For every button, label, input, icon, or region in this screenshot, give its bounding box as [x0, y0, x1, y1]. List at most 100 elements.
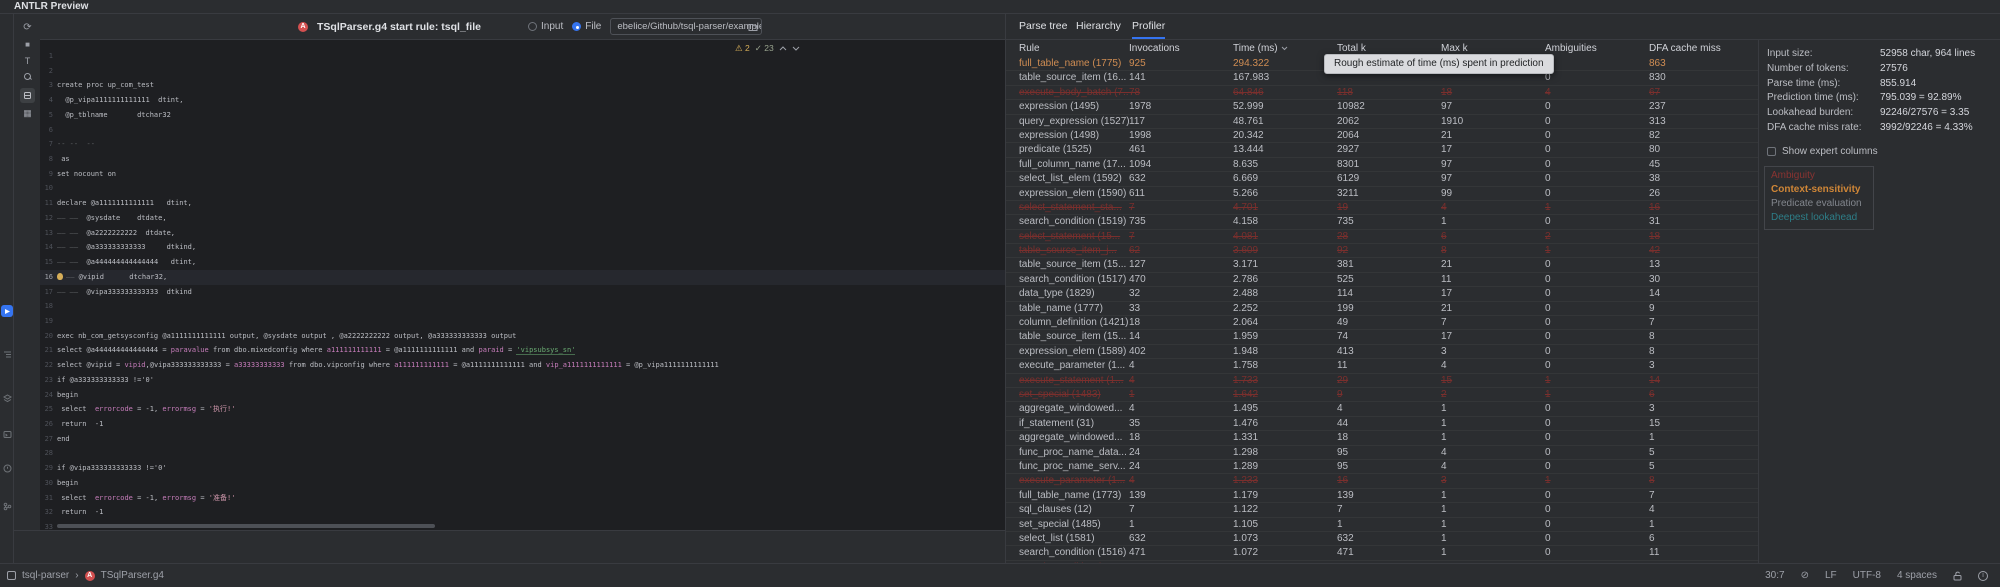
profiler-row[interactable]: func_proc_name_data...241.29895405 — [1006, 446, 1758, 460]
profiler-row[interactable]: full_column_name (17...10948.63583019704… — [1006, 158, 1758, 172]
code-line-2[interactable]: 2 — [40, 64, 1005, 79]
profiler-row[interactable]: predicate (1525)46113.444292717080 — [1006, 143, 1758, 157]
column-header-ambiguities[interactable]: Ambiguities — [1545, 43, 1649, 56]
tab-profiler[interactable]: Profiler — [1132, 14, 1165, 39]
code-line-25[interactable]: 25 select errorcode = -1, errormsg = '执行… — [40, 402, 1005, 417]
antlr-preview-tool-icon[interactable] — [1, 305, 13, 317]
profiler-row[interactable]: query_expression (1527)11748.76120621910… — [1006, 115, 1758, 129]
profiler-row[interactable]: search_condition (1517)4702.78652511030 — [1006, 273, 1758, 287]
chevron-down-icon[interactable] — [792, 46, 800, 51]
pin-tool-icon[interactable] — [20, 88, 35, 103]
layers-tool-icon[interactable] — [1, 392, 13, 404]
code-line-11[interactable]: 11declare @a1111111111111 dtint, — [40, 196, 1005, 211]
profiler-row[interactable]: table_name (1777)332.2521992109 — [1006, 302, 1758, 316]
structure-tool-icon[interactable] — [1, 348, 13, 360]
breadcrumb-project[interactable]: tsql-parser — [22, 570, 69, 581]
code-line-3[interactable]: 3create proc up_com_test — [40, 78, 1005, 93]
input-file-path-field[interactable]: ebelice/Github/tsql-parser/examples/big.… — [610, 18, 762, 35]
highlight-level-icon[interactable]: ⊘ — [1801, 570, 1809, 581]
profiler-row[interactable]: aggregate_windowed...41.4954103 — [1006, 402, 1758, 416]
code-line-7[interactable]: 7-- -- -- — [40, 137, 1005, 152]
profiler-row[interactable]: execute_statement (1...41.7332915114 — [1006, 374, 1758, 388]
code-line-22[interactable]: 22select @vipid = vipid,@vipa33333333333… — [40, 358, 1005, 373]
tab-hierarchy[interactable]: Hierarchy — [1076, 14, 1121, 39]
profiler-row[interactable]: if_statement (31)351.476441015 — [1006, 417, 1758, 431]
show-expert-columns-checkbox[interactable]: Show expert columns — [1767, 146, 2000, 157]
profiler-row[interactable]: table_source_item_j...623.609928142 — [1006, 244, 1758, 258]
code-line-9[interactable]: 9set nocount on — [40, 167, 1005, 182]
profiler-table[interactable]: full_table_name (1775)925294.3220863tabl… — [1006, 57, 1758, 563]
profiler-row[interactable]: data_type (1829)322.48811417014 — [1006, 287, 1758, 301]
input-radio[interactable]: Input — [528, 21, 563, 32]
caret-position[interactable]: 30:7 — [1765, 570, 1784, 581]
breadcrumb-file[interactable]: TSqlParser.g4 — [101, 570, 164, 581]
profiler-row[interactable]: func_proc_name_serv...241.28995405 — [1006, 460, 1758, 474]
code-line-10[interactable]: 10 — [40, 181, 1005, 196]
file-radio[interactable]: File — [572, 21, 601, 32]
search-icon[interactable] — [20, 69, 35, 84]
notifications-icon[interactable]: i — [1978, 571, 1988, 581]
grid-icon[interactable]: ▦ — [20, 106, 35, 121]
profiler-row[interactable]: select_list_elem (1592)6326.669612997038 — [1006, 172, 1758, 186]
code-line-31[interactable]: 31 select errorcode = -1, errormsg = '准备… — [40, 491, 1005, 506]
profiler-row[interactable]: search_condition (1519)7354.1587351031 — [1006, 215, 1758, 229]
file-encoding[interactable]: UTF-8 — [1853, 570, 1881, 581]
code-line-26[interactable]: 26 return -1 — [40, 417, 1005, 432]
profiler-row[interactable]: expression_elem (1589)4021.948413308 — [1006, 345, 1758, 359]
text-input-icon[interactable]: T — [20, 53, 35, 68]
chevron-up-icon[interactable] — [779, 46, 787, 51]
problems-tool-icon[interactable] — [1, 462, 13, 474]
profiler-row[interactable]: table_source_item (15...1273.17138121013 — [1006, 258, 1758, 272]
profiler-row[interactable]: execute_parameter (1...41.23316318 — [1006, 474, 1758, 488]
column-header-invocations[interactable]: Invocations — [1129, 43, 1233, 56]
code-line-4[interactable]: 4 @p_vipa1111111111111 dtint, — [40, 93, 1005, 108]
profiler-row[interactable]: search_condition (1516)4711.0724711011 — [1006, 546, 1758, 560]
code-line-32[interactable]: 32 return -1 — [40, 505, 1005, 520]
code-line-5[interactable]: 5 @p_tblname dtchar32 — [40, 108, 1005, 123]
code-line-16[interactable]: 16—— @vipid dtchar32, — [40, 270, 1005, 285]
column-header-time-ms-[interactable]: Time (ms) — [1233, 43, 1337, 56]
profiler-row[interactable]: execute_parameter (1...41.75811403 — [1006, 359, 1758, 373]
profiler-row[interactable]: sql_clauses (12)71.1227104 — [1006, 503, 1758, 517]
code-line-23[interactable]: 23if @a333333333333 !='0' — [40, 373, 1005, 388]
profiler-row[interactable]: select_statement_sta...74.701194116 — [1006, 201, 1758, 215]
code-line-21[interactable]: 21select @a444444444444444 = paravalue f… — [40, 343, 1005, 358]
line-ending[interactable]: LF — [1825, 570, 1837, 581]
code-line-6[interactable]: 6 — [40, 123, 1005, 138]
profiler-row[interactable]: full_table_name (1773)1391.179139107 — [1006, 489, 1758, 503]
code-line-12[interactable]: 12—— —— @sysdate dtdate, — [40, 211, 1005, 226]
code-line-30[interactable]: 30begin — [40, 476, 1005, 491]
code-line-14[interactable]: 14—— —— @a333333333333 dtkind, — [40, 240, 1005, 255]
inspections-widget[interactable]: ⚠ 2 ✓ 23 — [735, 43, 800, 54]
version-control-tool-icon[interactable] — [1, 500, 13, 512]
tab-parse-tree[interactable]: Parse tree — [1019, 14, 1067, 39]
profiler-row[interactable]: column_definition (1421)182.06449707 — [1006, 316, 1758, 330]
stop-icon[interactable]: ■ — [20, 37, 35, 52]
code-line-1[interactable]: 1 — [40, 49, 1005, 64]
profiler-row[interactable]: set_special (1485)11.1051101 — [1006, 518, 1758, 532]
code-line-27[interactable]: 27end — [40, 432, 1005, 447]
code-line-19[interactable]: 19 — [40, 314, 1005, 329]
code-line-15[interactable]: 15—— —— @a444444444444444 dtint, — [40, 255, 1005, 270]
horizontal-scrollbar[interactable] — [40, 524, 1005, 528]
unlock-icon[interactable] — [1953, 571, 1962, 581]
code-line-20[interactable]: 20exec nb_com_getsysconfig @a11111111111… — [40, 329, 1005, 344]
profiler-row[interactable]: select_list (1581)6321.073632106 — [1006, 532, 1758, 546]
profiler-row[interactable]: expression (1498)199820.342206421082 — [1006, 129, 1758, 143]
code-line-8[interactable]: 8 as — [40, 152, 1005, 167]
scrollbar-thumb[interactable] — [57, 524, 435, 528]
code-line-17[interactable]: 17—— —— @vipa333333333333 dtkind — [40, 285, 1005, 300]
profiler-row[interactable]: expression (1495)197852.99910982970237 — [1006, 100, 1758, 114]
refresh-icon[interactable]: ⟳ — [20, 20, 35, 35]
terminal-tool-icon[interactable] — [1, 428, 13, 440]
code-editor[interactable]: 123create proc up_com_test4 @p_vipa11111… — [40, 40, 1005, 530]
code-line-18[interactable]: 18 — [40, 299, 1005, 314]
code-line-13[interactable]: 13—— —— @a2222222222 dtdate, — [40, 226, 1005, 241]
code-line-29[interactable]: 29if @vipa333333333333 !='0' — [40, 461, 1005, 476]
profiler-row[interactable]: table_source_item (15...141.959741708 — [1006, 330, 1758, 344]
code-line-24[interactable]: 24begin — [40, 388, 1005, 403]
indent-setting[interactable]: 4 spaces — [1897, 570, 1937, 581]
profiler-row[interactable]: aggregate_windowed...181.33118101 — [1006, 431, 1758, 445]
column-header-dfa-cache-miss[interactable]: DFA cache miss — [1649, 43, 1753, 56]
profiler-row[interactable]: set_special (1483)11.6429216 — [1006, 388, 1758, 402]
